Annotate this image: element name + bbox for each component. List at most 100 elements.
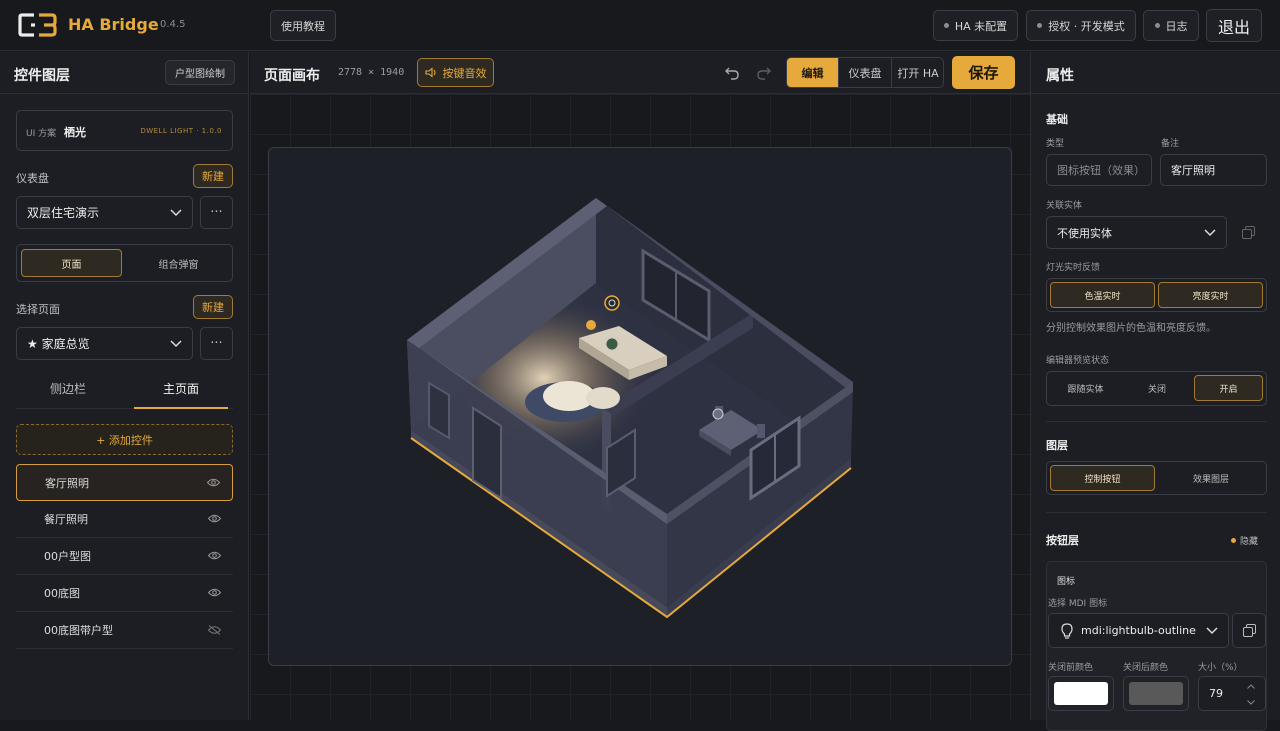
- eye-icon[interactable]: [208, 588, 221, 597]
- layer-item[interactable]: 00底图: [16, 575, 233, 612]
- app-version: 0.4.5: [160, 19, 186, 30]
- properties-title: 属性: [1046, 68, 1074, 84]
- color-swatch: [1129, 682, 1183, 705]
- canvas-size: 2778 × 1940: [338, 67, 405, 78]
- active-tab-indicator: [134, 407, 228, 409]
- feedback-label: 灯光实时反馈: [1046, 263, 1101, 273]
- dashboard-mode-button[interactable]: 仪表盘: [838, 58, 891, 87]
- color-on-label: 关闭后颜色: [1123, 663, 1169, 673]
- canvas-toolbar: 页面画布 2778 × 1940 按键音效 编辑 仪表盘 打开 HA 保存: [250, 52, 1030, 94]
- layer-item[interactable]: 00户型图: [16, 538, 233, 575]
- color-off-label: 关闭前颜色: [1048, 663, 1094, 673]
- effect-layer-tab[interactable]: 效果图层: [1158, 465, 1264, 491]
- tab-sidebar[interactable]: 侧边栏: [16, 380, 120, 397]
- chevron-down-icon: [1206, 626, 1218, 634]
- page-canvas[interactable]: [250, 94, 1030, 720]
- note-field[interactable]: 客厅照明: [1160, 154, 1267, 186]
- tab-main-page[interactable]: 主页面: [134, 380, 228, 397]
- size-stepper[interactable]: 79: [1198, 676, 1266, 711]
- tutorial-button[interactable]: 使用教程: [270, 10, 336, 41]
- exit-button[interactable]: 退出: [1206, 9, 1262, 42]
- app-logo-icon: [18, 13, 57, 37]
- edit-mode-button[interactable]: 编辑: [787, 58, 838, 87]
- chevron-up-icon[interactable]: [1247, 684, 1255, 689]
- canvas-frame: [268, 147, 1012, 666]
- control-button-layer-tab[interactable]: 控制按钮: [1050, 465, 1155, 491]
- preview-off[interactable]: 关闭: [1123, 375, 1191, 401]
- button-layer-title: 按钮层: [1046, 534, 1079, 547]
- status-dot-icon: [1231, 538, 1236, 543]
- sound-button[interactable]: 按键音效: [417, 58, 494, 87]
- type-field[interactable]: 图标按钮（效果）: [1046, 154, 1152, 186]
- floorplan-render: [407, 198, 853, 619]
- scheme-tag: DWELL LIGHT · 1.0.0: [140, 127, 222, 135]
- copy-icon[interactable]: [1242, 226, 1255, 239]
- app-name: HA Bridge: [68, 15, 159, 34]
- dashboard-more-button[interactable]: ···: [200, 196, 233, 229]
- preview-state-group: 跟随实体 关闭 开启: [1046, 371, 1267, 406]
- eye-off-icon[interactable]: [208, 625, 221, 635]
- icon-settings-card: 图标 选择 MDI 图标 mdi:lightbulb-outline 关闭前颜色…: [1046, 561, 1267, 731]
- color-swatch: [1054, 682, 1108, 705]
- ha-status-button[interactable]: HA 未配置: [933, 10, 1018, 41]
- undo-icon[interactable]: [725, 66, 740, 80]
- new-dashboard-button[interactable]: 新建: [193, 164, 233, 188]
- tab-page[interactable]: 页面: [21, 249, 122, 277]
- layer-toggle-group: 控制按钮 效果图层: [1046, 461, 1267, 495]
- mdi-icon-select[interactable]: mdi:lightbulb-outline: [1048, 613, 1229, 648]
- eye-icon[interactable]: [207, 478, 220, 487]
- chevron-down-icon: [1204, 228, 1216, 236]
- log-button[interactable]: 日志: [1143, 10, 1199, 41]
- view-mode-switch: 编辑 仪表盘 打开 HA: [786, 57, 944, 88]
- redo-icon[interactable]: [756, 66, 771, 80]
- color-off-picker[interactable]: [1048, 676, 1114, 711]
- status-dot-icon: [1154, 23, 1160, 28]
- top-bar: HA Bridge 0.4.5 使用教程 HA 未配置 授权 · 开发模式 日志…: [0, 0, 1280, 51]
- open-ha-button[interactable]: 打开 HA: [891, 58, 944, 87]
- area-tabs: 侧边栏 主页面: [16, 374, 233, 409]
- hide-toggle[interactable]: 隐藏: [1231, 534, 1258, 547]
- preview-on[interactable]: 开启: [1194, 375, 1263, 401]
- layer-item[interactable]: 客厅照明: [16, 464, 233, 501]
- copy-icon: [1242, 624, 1256, 637]
- ui-scheme-card[interactable]: UI 方案 栖光 DWELL LIGHT · 1.0.0: [16, 110, 233, 151]
- new-page-button[interactable]: 新建: [193, 295, 233, 319]
- layer-item[interactable]: 餐厅照明: [16, 501, 233, 538]
- eye-icon[interactable]: [208, 514, 221, 523]
- preview-follow-entity[interactable]: 跟随实体: [1050, 375, 1121, 401]
- add-widget-button[interactable]: + 添加控件: [16, 424, 233, 455]
- brightness-realtime-toggle[interactable]: 亮度实时: [1158, 282, 1263, 308]
- color-on-picker[interactable]: [1123, 676, 1189, 711]
- chevron-down-icon[interactable]: [1247, 700, 1255, 705]
- status-dot-icon: [943, 23, 949, 28]
- color-temp-realtime-toggle[interactable]: 色温实时: [1050, 282, 1155, 308]
- icon-section-title: 图标: [1057, 577, 1076, 587]
- canvas-title: 页面画布: [264, 68, 320, 84]
- scheme-name: 栖光: [64, 126, 86, 139]
- dashboard-label: 仪表盘: [16, 172, 49, 185]
- copy-icon-button[interactable]: [1232, 613, 1266, 648]
- floorplan-button[interactable]: 户型图绘制: [165, 60, 235, 85]
- mdi-label: 选择 MDI 图标: [1048, 599, 1108, 609]
- layers-panel: 控件图层 户型图绘制 UI 方案 栖光 DWELL LIGHT · 1.0.0 …: [0, 52, 249, 720]
- chevron-down-icon: [170, 208, 182, 216]
- size-label: 大小（%）: [1198, 663, 1243, 673]
- entity-label: 关联实体: [1046, 201, 1083, 211]
- layer-item[interactable]: 00底图带户型: [16, 612, 233, 649]
- eye-icon[interactable]: [208, 551, 221, 560]
- lightbulb-icon: [1061, 622, 1073, 639]
- save-button[interactable]: 保存: [952, 56, 1015, 89]
- status-dot-icon: [1037, 23, 1043, 28]
- license-button[interactable]: 授权 · 开发模式: [1026, 10, 1136, 41]
- mode-tabs: 页面 组合弹窗: [16, 244, 233, 282]
- note-label: 备注: [1161, 139, 1180, 149]
- type-label: 类型: [1046, 139, 1065, 149]
- feedback-hint: 分别控制效果图片的色温和亮度反馈。: [1046, 323, 1216, 334]
- entity-select[interactable]: 不使用实体: [1046, 216, 1227, 249]
- tab-combo-popup[interactable]: 组合弹窗: [127, 249, 230, 277]
- preview-state-label: 编辑器预览状态: [1046, 356, 1110, 366]
- page-select[interactable]: ★ 家庭总览: [16, 327, 193, 360]
- dashboard-select[interactable]: 双层住宅演示: [16, 196, 193, 229]
- page-select-label: 选择页面: [16, 303, 60, 316]
- page-more-button[interactable]: ···: [200, 327, 233, 360]
